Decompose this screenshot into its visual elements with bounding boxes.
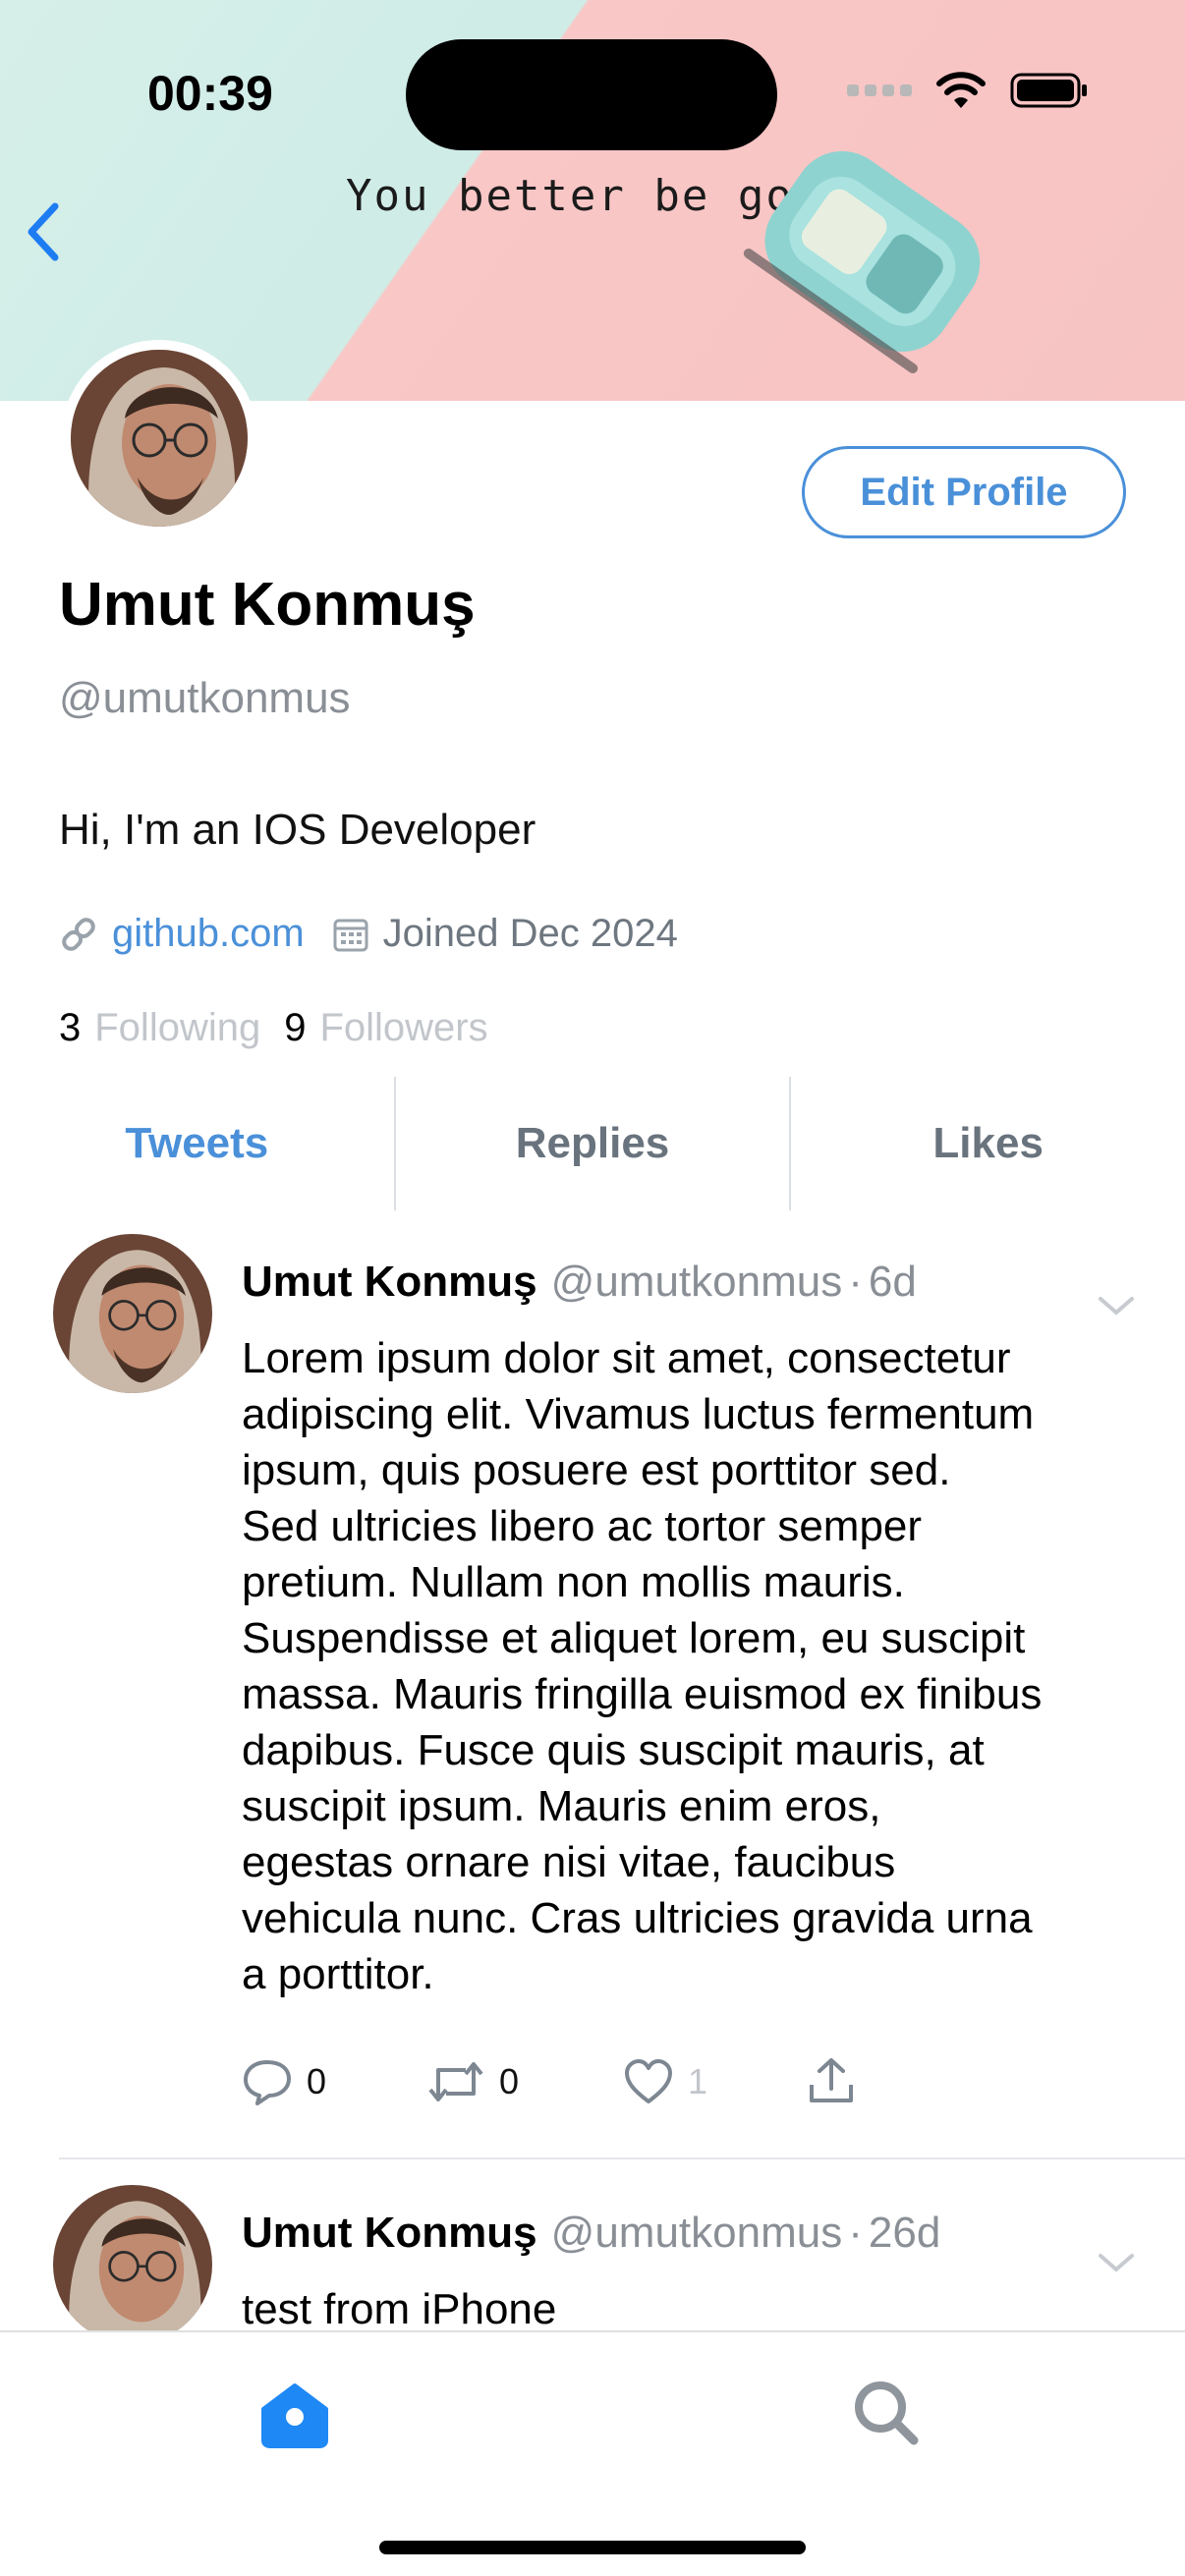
- tweet-text-line: egestas ornare nisi vitae, faucibus: [242, 1838, 896, 1886]
- tweet-text-line: Sed ultricies libero ac tortor semper: [242, 1502, 923, 1550]
- followers-label[interactable]: Followers: [319, 1006, 487, 1050]
- following-count[interactable]: 3: [59, 1006, 81, 1050]
- reply-icon: [244, 2060, 291, 2105]
- bottom-tab-bar: [0, 2330, 1185, 2576]
- tweet-item[interactable]: Umut Konmuş @umutkonmus · 6d Lorem ipsum…: [0, 1234, 1185, 2157]
- tweet-text-line: Suspendisse et aliquet lorem, eu suscipi…: [242, 1614, 1026, 1662]
- status-time: 00:39: [147, 66, 273, 121]
- following-label[interactable]: Following: [94, 1006, 260, 1050]
- profile-handle: @umutkonmus: [59, 674, 351, 722]
- tweet-actions: 0 0 1: [242, 2057, 857, 2106]
- profile-tabs: Tweets Replies Likes: [0, 1077, 1185, 1210]
- tweet-author-name[interactable]: Umut Konmuş: [242, 2209, 537, 2258]
- toy-car-image: [743, 150, 981, 374]
- followers-count[interactable]: 9: [284, 1006, 306, 1050]
- signal-icon: [847, 84, 912, 96]
- back-chevron-icon: [28, 202, 59, 261]
- reply-count: 0: [307, 2061, 327, 2101]
- tweet-time: 6d: [868, 1258, 917, 1306]
- tab-tweets[interactable]: Tweets: [0, 1077, 394, 1210]
- tweet-text-line: suscipit ipsum. Mauris enim eros,: [242, 1782, 881, 1830]
- chevron-down-icon[interactable]: [1097, 1295, 1136, 1318]
- tweet-header: Umut Konmuş @umutkonmus · 6d: [242, 1258, 917, 1307]
- avatar-photo: [71, 350, 248, 527]
- calendar-icon: [333, 919, 368, 951]
- tab-replies[interactable]: Replies: [396, 1077, 790, 1210]
- tabbar-search-button[interactable]: [851, 2378, 920, 2451]
- like-button[interactable]: 1: [623, 2058, 806, 2105]
- profile-avatar[interactable]: [61, 340, 257, 536]
- share-button[interactable]: [806, 2057, 857, 2106]
- battery-icon: [1010, 73, 1087, 108]
- retweet-icon: [428, 2062, 483, 2101]
- home-indicator[interactable]: [379, 2541, 806, 2554]
- share-icon: [810, 2058, 853, 2102]
- avatar-photo: [53, 1234, 212, 1393]
- tweet-avatar[interactable]: [53, 2185, 212, 2330]
- tweet-header: Umut Konmuş @umutkonmus · 26d: [242, 2209, 940, 2258]
- tweet-text-line: adipiscing elit. Vivamus luctus fermentu…: [242, 1390, 1035, 1438]
- tweet-author-handle[interactable]: @umutkonmus: [551, 2209, 843, 2258]
- tweet-text-line: massa. Mauris fringilla euismod ex finib…: [242, 1670, 1043, 1718]
- tweet-text: test from iPhone: [242, 2281, 1146, 2330]
- home-icon: [261, 2383, 328, 2448]
- tweet-text: Lorem ipsum dolor sit amet, consectetur …: [242, 1330, 1146, 2002]
- search-icon: [855, 2381, 919, 2445]
- chevron-down-icon[interactable]: [1097, 2252, 1136, 2275]
- tweet-text-line: dapibus. Fusce quis suscipit mauris, at: [242, 1726, 985, 1774]
- profile-display-name: Umut Konmuş: [59, 571, 476, 639]
- link-icon: [62, 917, 95, 951]
- tweet-text-line: test from iPhone: [242, 2285, 557, 2330]
- tweet-author-name[interactable]: Umut Konmuş: [242, 1258, 537, 1307]
- tab-likes[interactable]: Likes: [791, 1077, 1185, 1210]
- edit-profile-button[interactable]: Edit Profile: [802, 446, 1126, 538]
- profile-link[interactable]: github.com: [112, 912, 305, 956]
- retweet-count: 0: [499, 2061, 520, 2101]
- tweet-text-line: vehicula nunc. Cras ultricies gravida ur…: [242, 1894, 1033, 1942]
- tweet-author-handle[interactable]: @umutkonmus: [551, 1258, 843, 1307]
- avatar-photo: [53, 2185, 212, 2330]
- tweet-time: 26d: [868, 2209, 941, 2257]
- like-count: 1: [688, 2061, 708, 2101]
- tweet-separator-dot: ·: [848, 1258, 863, 1306]
- dynamic-island: [406, 39, 777, 150]
- profile-bio: Hi, I'm an IOS Developer: [59, 806, 536, 854]
- tweet-text-line: a porttitor.: [242, 1950, 434, 1998]
- profile-joined: Joined Dec 2024: [382, 912, 678, 955]
- tweet-text-line: ipsum, quis posuere est porttitor sed.: [242, 1446, 951, 1494]
- follow-stats: 3 Following 9 Followers: [59, 1006, 512, 1050]
- back-button[interactable]: [14, 193, 73, 271]
- status-icons: [847, 71, 1089, 110]
- tweet-separator-dot: ·: [848, 2209, 863, 2257]
- heart-icon: [625, 2059, 672, 2103]
- tweet-text-line: Lorem ipsum dolor sit amet, consectetur: [242, 1334, 1011, 1382]
- tweet-divider: [59, 2157, 1185, 2159]
- profile-meta: github.com Joined Dec 2024: [59, 912, 678, 956]
- tweet-avatar[interactable]: [53, 1234, 212, 1393]
- tabbar-home-button[interactable]: [257, 2381, 332, 2455]
- retweet-button[interactable]: 0: [426, 2058, 623, 2105]
- wifi-icon: [936, 72, 986, 108]
- tweet-item[interactable]: Umut Konmuş @umutkonmus · 26d test from …: [0, 2185, 1185, 2330]
- tweet-text-line: pretium. Nullam non mollis mauris.: [242, 1558, 905, 1606]
- profile-banner: You better be good! 00:39: [0, 0, 1185, 401]
- reply-button[interactable]: 0: [242, 2058, 426, 2105]
